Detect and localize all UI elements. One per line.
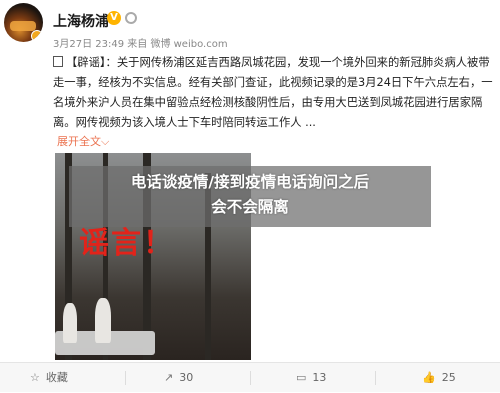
share-count: 30 <box>179 371 194 384</box>
comment-icon: ▭ <box>296 371 307 384</box>
post-meta: 3月27日 23:49 来自 微博 weibo.com <box>53 39 228 50</box>
expand-full-text-link[interactable]: 展开全文⌵ <box>57 133 109 149</box>
share-button[interactable]: ↗ 30 <box>164 363 193 393</box>
post-body: 【辟谣】：关于网传杨浦区延吉西路凤城花园，发现一个境外回来的新冠肺炎病人被带走一… <box>53 53 493 133</box>
favorite-button[interactable]: ☆ 收藏 <box>30 363 68 393</box>
person-figure <box>63 303 77 343</box>
verified-v-icon[interactable]: V <box>107 11 121 25</box>
divider <box>125 371 126 385</box>
author-name[interactable]: 上海杨浦 <box>53 11 109 31</box>
headline-line-2: 会不会隔离 <box>211 198 289 216</box>
headline-line-1: 电话谈疫情/接到疫情电话询问之后 <box>130 173 370 191</box>
person-figure <box>95 298 111 343</box>
post-text: ：关于网传杨浦区延吉西路凤城花园，发现一个境外回来的新冠肺炎病人被带走一事，经核… <box>53 56 493 129</box>
divider <box>375 371 376 385</box>
headline-text: 电话谈疫情/接到疫情电话询问之后 会不会隔离 <box>69 170 431 220</box>
document-icon <box>53 56 63 67</box>
post-tag: 【辟谣】 <box>66 56 106 69</box>
comment-button[interactable]: ▭ 13 <box>296 363 326 393</box>
like-count: 25 <box>441 371 456 384</box>
avatar[interactable] <box>4 3 43 42</box>
star-icon: ☆ <box>30 371 40 384</box>
thumb-up-icon: 👍 <box>422 371 436 384</box>
expand-label: 展开全文 <box>57 135 101 148</box>
comment-count: 13 <box>312 371 327 384</box>
chevron-down-icon: ⌵ <box>101 135 110 148</box>
verified-badge-icon <box>31 30 43 42</box>
divider <box>250 371 251 385</box>
action-bar: ☆ 收藏 ↗ 30 ▭ 13 👍 25 <box>0 362 500 392</box>
share-icon: ↗ <box>164 371 174 384</box>
favorite-label: 收藏 <box>45 371 68 384</box>
medal-icon[interactable] <box>125 12 137 24</box>
avatar-image <box>10 21 36 31</box>
like-button[interactable]: 👍 25 <box>422 363 456 393</box>
